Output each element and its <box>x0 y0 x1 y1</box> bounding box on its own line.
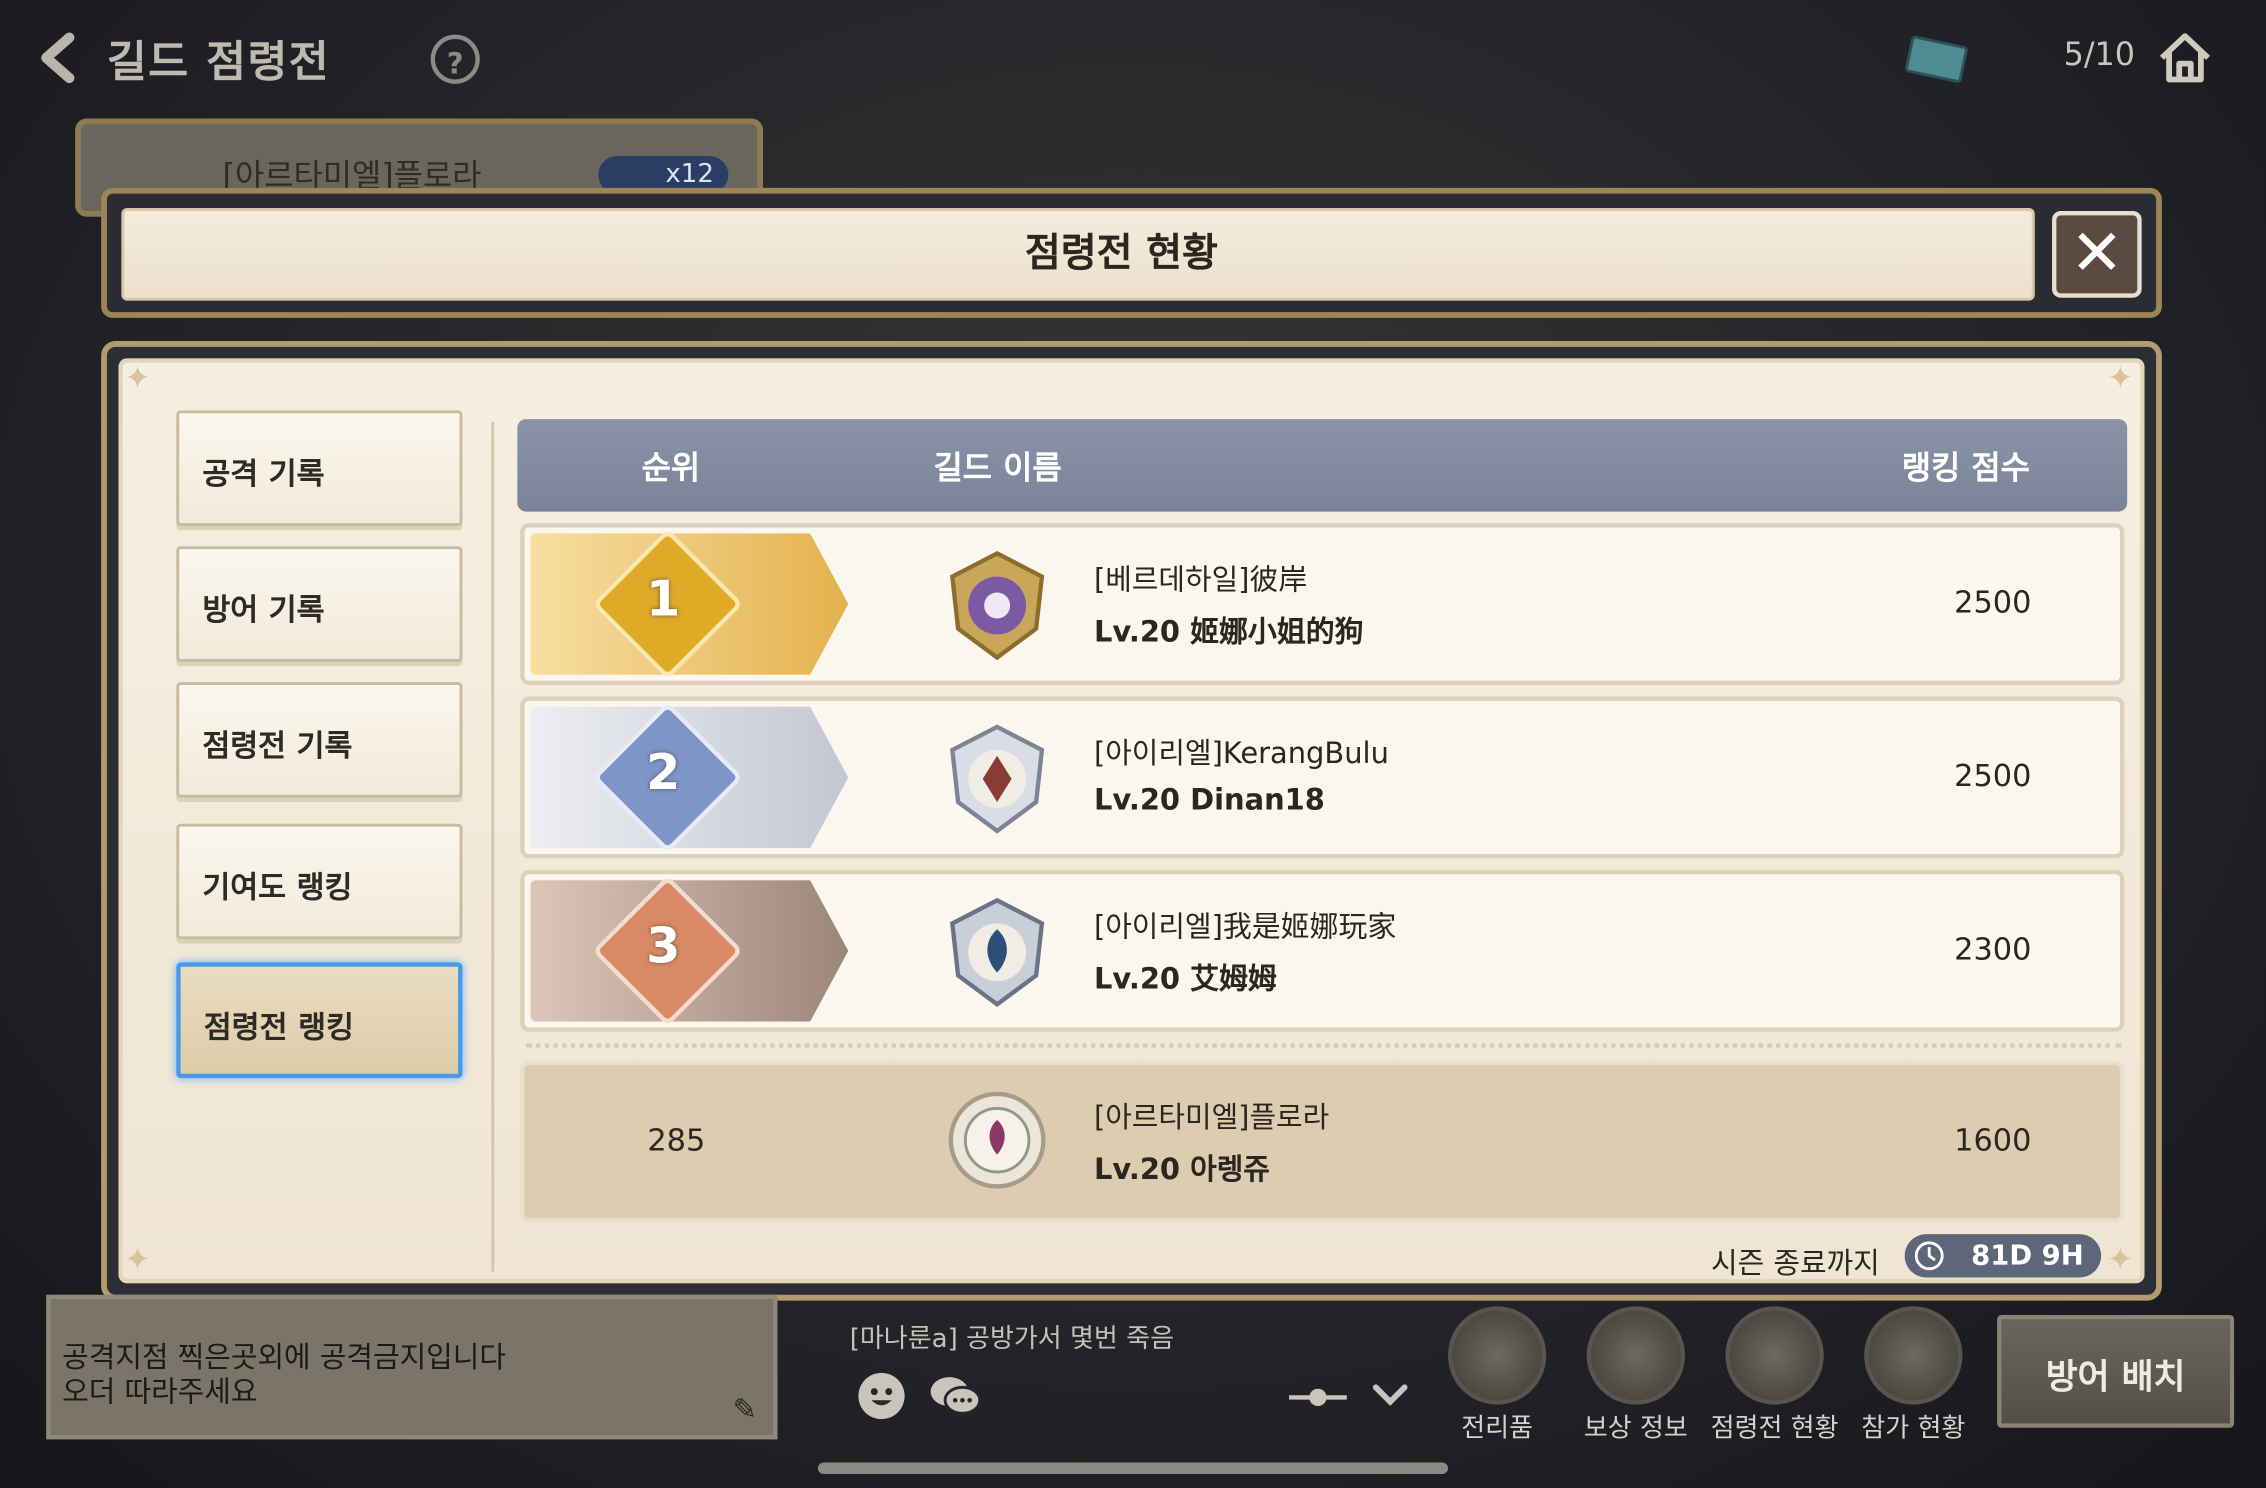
rank-number: 1 <box>646 570 681 629</box>
tab-label: 점령전 기록 <box>202 728 353 764</box>
reward-info-button[interactable]: 보상 정보 <box>1575 1306 1696 1444</box>
corner-ornament-icon: ✦ <box>2106 1242 2134 1279</box>
loot-button[interactable]: 전리품 <box>1436 1306 1557 1444</box>
close-button[interactable]: ✕ <box>2052 210 2142 298</box>
rank-number: 2 <box>646 744 681 803</box>
guild-leader: Lv.20 Dinan18 <box>1093 781 1325 817</box>
back-button[interactable] <box>32 29 90 87</box>
ranking-score: 2300 <box>1954 932 2032 967</box>
emoji-icon[interactable] <box>858 1372 905 1420</box>
tab-defense-log[interactable]: 방어 기록 <box>176 546 463 662</box>
defense-deploy-label: 방어 배치 <box>2045 1356 2186 1398</box>
ticket-icon <box>1904 34 1969 84</box>
guild-emblem-icon <box>944 721 1051 837</box>
season-end-label: 시즌 종료까지 <box>1710 1245 1880 1281</box>
close-icon: ✕ <box>2070 216 2124 291</box>
dotted-separator <box>526 1043 2122 1048</box>
ranking-score: 2500 <box>1954 758 2032 794</box>
members-icon <box>1864 1306 1963 1405</box>
home-icon <box>2159 33 2211 83</box>
guild-name: [아이리엘]KerangBulu <box>1093 735 1389 771</box>
tab-label: 점령전 랭킹 <box>203 1010 354 1045</box>
tab-occupation-ranking[interactable]: 점령전 랭킹 <box>176 962 463 1079</box>
guild-notice[interactable]: 공격지점 찍은곳외에 공격금지입니다 오더 따라주세요 ✎ <box>46 1294 778 1440</box>
column-rank: 순위 <box>641 450 701 487</box>
my-rank: 285 <box>647 1122 706 1158</box>
home-indicator <box>817 1462 1448 1475</box>
ranking-row[interactable]: 2 [아이리엘]KerangBulu Lv.20 Dinan18 2500 <box>520 696 2125 859</box>
tab-attack-log[interactable]: 공격 기록 <box>176 410 463 527</box>
chevron-down-icon[interactable] <box>1370 1376 1410 1414</box>
home-button[interactable] <box>2156 29 2214 87</box>
modal-header: 점령전 현황 ✕ <box>101 187 2162 318</box>
edit-pencil-icon[interactable]: ✎ <box>733 1392 765 1427</box>
guild-leader: Lv.20 艾姆姆 <box>1093 960 1277 996</box>
guild-name: [아이리엘]我是姬娜玩家 <box>1093 908 1397 944</box>
ranking-score: 1600 <box>1954 1122 2032 1158</box>
occupation-status-button[interactable]: 점령전 현황 <box>1711 1306 1839 1444</box>
tab-label: 기여도 랭킹 <box>202 869 353 905</box>
guild-emblem-icon <box>944 895 1051 1011</box>
season-timer: 81D 9H <box>1904 1234 2102 1278</box>
attempt-count: 5/10 <box>2063 37 2135 74</box>
chat-size-toggle-icon[interactable] <box>1286 1384 1350 1410</box>
tab-label: 공격 기록 <box>202 456 325 492</box>
corner-ornament-icon: ✦ <box>124 361 151 398</box>
corner-ornament-icon: ✦ <box>2106 361 2134 398</box>
guild-name: [아르타미엘]플로라 <box>1093 1099 1330 1135</box>
modal-title: 점령전 현황 <box>1024 231 1218 277</box>
chat-message: [마나룬a] 공방가서 몇번 죽음 <box>849 1323 1175 1355</box>
defense-deploy-button[interactable]: 방어 배치 <box>1997 1315 2235 1428</box>
column-score: 랭킹 점수 <box>1901 450 2030 487</box>
guild-leader: Lv.20 아렝쥬 <box>1093 1151 1270 1187</box>
flag-icon <box>1725 1306 1824 1405</box>
ranking-row[interactable]: 3 [아이리엘]我是姬娜玩家 Lv.20 艾姆姆 2300 <box>520 869 2125 1032</box>
tab-contribution-ranking[interactable]: 기여도 랭킹 <box>176 823 463 940</box>
rank-number: 3 <box>646 917 681 976</box>
ranking-score: 2500 <box>1954 585 2032 620</box>
ranking-table-header: 순위 길드 이름 랭킹 점수 <box>517 419 2128 512</box>
tab-occupation-log[interactable]: 점령전 기록 <box>176 682 463 798</box>
season-time-value: 81D 9H <box>1971 1239 2084 1272</box>
divider <box>491 421 495 1272</box>
menu-label: 참가 현황 <box>1861 1413 1966 1444</box>
tab-label: 방어 기록 <box>202 592 325 628</box>
participation-status-button[interactable]: 참가 현황 <box>1853 1306 1974 1444</box>
guild-leader: Lv.20 姬娜小姐的狗 <box>1093 614 1364 649</box>
notice-line: 오더 따라주세요 <box>62 1374 258 1409</box>
page-title: 길드 점령전 <box>106 37 331 89</box>
modal-body: ✦ ✦ ✦ ✦ 공격 기록 방어 기록 점령전 기록 기여도 랭킹 점령전 랭킹… <box>101 341 2162 1301</box>
modal-paper: ✦ ✦ ✦ ✦ 공격 기록 방어 기록 점령전 기록 기여도 랭킹 점령전 랭킹… <box>118 358 2145 1284</box>
treasure-chest-icon <box>1447 1306 1547 1405</box>
guild-name: [베르데하일]彼岸 <box>1093 562 1308 597</box>
ranking-row[interactable]: 1 [베르데하일]彼岸 Lv.20 姬娜小姐的狗 2500 <box>520 523 2125 685</box>
my-guild-row[interactable]: 285 [아르타미엘]플로라 Lv.20 아렝쥬 1600 <box>520 1060 2125 1223</box>
guild-emblem-icon <box>944 548 1051 664</box>
chat-bubble-icon[interactable] <box>928 1373 983 1419</box>
trophy-icon <box>1586 1306 1685 1405</box>
clock-icon <box>1914 1241 1944 1271</box>
guild-emblem-icon <box>944 1082 1051 1198</box>
column-guild-name: 길드 이름 <box>933 450 1062 487</box>
corner-ornament-icon: ✦ <box>124 1242 151 1279</box>
help-icon[interactable]: ? <box>430 34 480 84</box>
back-arrow-icon <box>41 32 75 84</box>
